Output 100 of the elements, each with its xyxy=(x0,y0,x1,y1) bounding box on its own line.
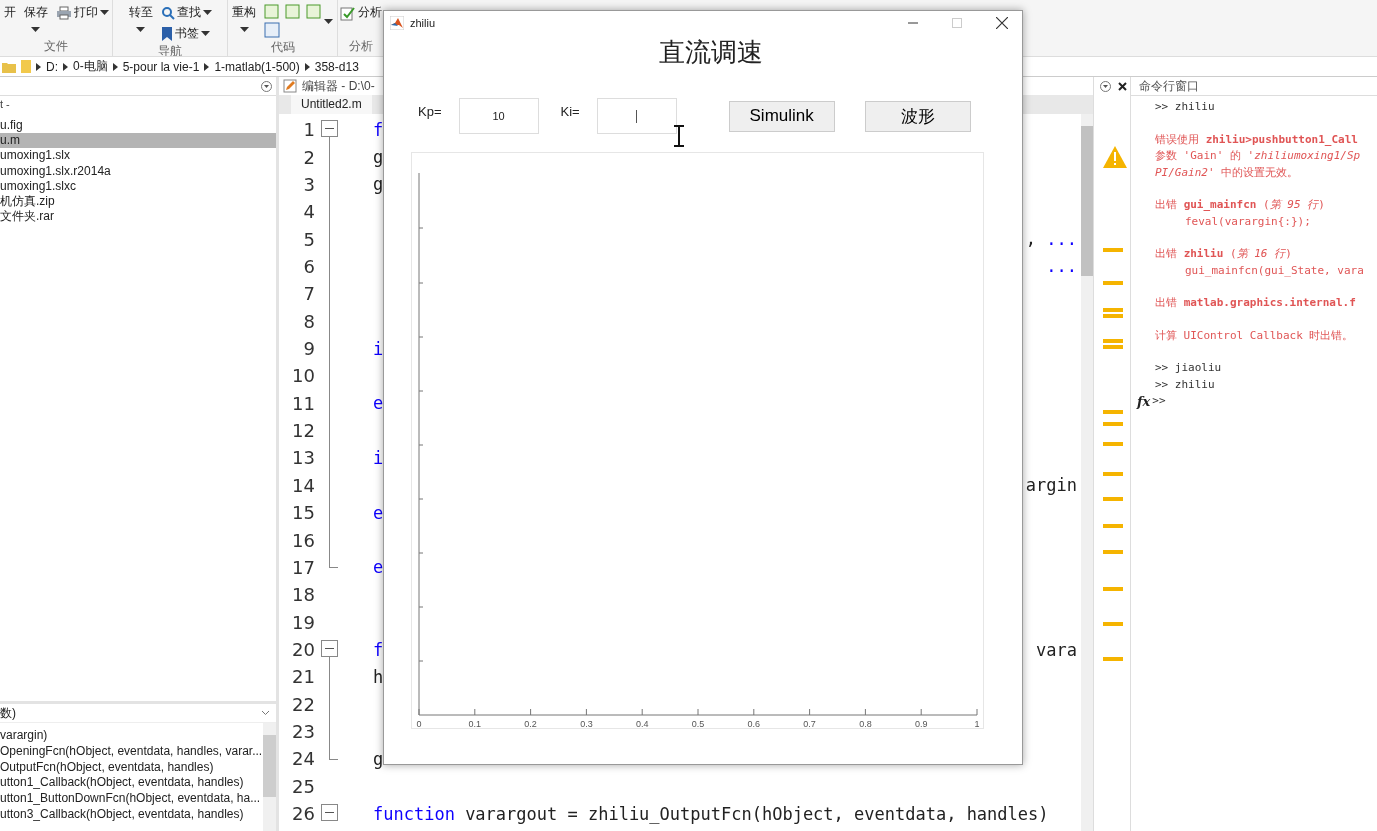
code-text: f xyxy=(373,119,384,140)
file-item[interactable]: u.m xyxy=(0,133,276,149)
scrollbar[interactable] xyxy=(1081,114,1093,831)
path-segment[interactable]: 0-电脑 xyxy=(73,58,108,75)
console-line: 错误使用 zhiliu>pushbutton1_Call xyxy=(1155,131,1359,148)
code-text: i xyxy=(373,448,384,468)
figure-button[interactable]: Simulink xyxy=(728,100,835,132)
line-number: 26 xyxy=(291,803,315,825)
panel-title: 命令行窗口 xyxy=(1131,77,1377,96)
code-text: i xyxy=(373,338,384,359)
figure-heading: 直流调速 xyxy=(658,36,763,69)
ribbon-button[interactable]: 重构 xyxy=(230,3,258,33)
input-field[interactable] xyxy=(596,98,677,134)
console-line: 出错 zhiliu (第 16 行) xyxy=(1155,246,1293,262)
ribbon-button[interactable]: 分析 xyxy=(338,3,383,22)
ribbon-button[interactable]: 书签 xyxy=(158,24,214,43)
line-number: 8 xyxy=(302,310,315,332)
console-line: 计算 UIControl Callback 时出错。 xyxy=(1155,327,1355,344)
function-item[interactable]: utton3_Callback(hObject, eventdata, handles) xyxy=(0,807,263,823)
code-text: vara xyxy=(1036,639,1077,660)
function-browser-button[interactable]: fx xyxy=(1137,393,1151,409)
path-segment[interactable]: 358-d13 xyxy=(314,59,359,74)
separator-arrow-icon xyxy=(36,62,41,71)
line-number: 22 xyxy=(291,693,315,715)
tick-label: 0.1 xyxy=(468,719,482,728)
file-item[interactable]: umoxing1.slxc xyxy=(0,178,276,194)
group-label: 文件 xyxy=(44,38,68,55)
line-number: 15 xyxy=(291,502,315,524)
text-cursor-icon xyxy=(673,125,685,147)
console-line: 参数 'Gain' 的 'zhiliumoxing1/Sp xyxy=(1155,148,1362,164)
ribbon-button[interactable]: 保存 xyxy=(21,3,50,33)
line-number: 20 xyxy=(291,639,315,660)
folder-icon xyxy=(21,60,31,73)
line-number: 25 xyxy=(291,775,315,797)
path-segment[interactable]: 5-pour la vie-1 xyxy=(122,59,200,74)
printer-icon xyxy=(55,5,72,20)
file-item[interactable]: 文件夹.rar xyxy=(0,209,276,225)
path-segment[interactable]: 1-matlab(1-500) xyxy=(214,59,300,74)
code-text: f xyxy=(373,639,384,660)
file-item[interactable]: u.fig xyxy=(0,118,276,134)
panel-menu-icon[interactable] xyxy=(1100,80,1111,92)
bookmark-icon xyxy=(160,25,173,42)
function-item[interactable]: utton1_Callback(hObject, eventdata, handles) xyxy=(0,775,263,792)
code-text: function varargout = zhiliu_OutputFcn(hObject, eventdata, handles) xyxy=(373,803,1049,824)
file-item[interactable]: umoxing1.slx xyxy=(0,148,276,164)
path-segment[interactable]: D: xyxy=(46,59,58,74)
line-number: 4 xyxy=(302,201,315,223)
tick-label: 0.5 xyxy=(691,719,705,728)
group-label: 分析 xyxy=(348,38,373,55)
close-icon[interactable] xyxy=(996,17,1008,29)
line-number: 24 xyxy=(291,748,315,770)
line-number: 12 xyxy=(291,420,315,442)
line-number: 1 xyxy=(302,119,315,141)
figure-button[interactable]: 波形 xyxy=(864,100,971,132)
file-item[interactable]: umoxing1.slx.r2014a xyxy=(0,163,276,179)
ribbon-button[interactable]: 转至 xyxy=(126,3,155,33)
function-item[interactable]: OpeningFcn(hObject, eventdata, handles, varar... xyxy=(0,743,263,760)
function-item[interactable]: varargin) xyxy=(0,728,263,744)
code-text: g xyxy=(373,174,384,195)
ribbon-button[interactable]: 查找 xyxy=(158,3,214,22)
column-header: t - xyxy=(0,97,11,112)
matlab-logo-icon xyxy=(390,16,404,30)
scrollbar[interactable] xyxy=(263,723,276,831)
console-line: feval(varargin{:}); xyxy=(1184,213,1312,230)
function-item[interactable]: OutputFcn(hObject, eventdata, handles) xyxy=(0,759,263,776)
ribbon-button[interactable]: 开 xyxy=(1,3,18,22)
close-icon[interactable] xyxy=(1118,81,1127,91)
console-line: PI/Gain2' 中的设置无效。 xyxy=(1155,164,1300,181)
line-number: 6 xyxy=(302,255,315,277)
functions-header: 数) xyxy=(0,704,16,722)
line-number: 10 xyxy=(291,365,315,387)
code-text: g xyxy=(373,147,384,168)
panel-menu-icon[interactable] xyxy=(261,80,272,92)
ribbon-button[interactable] xyxy=(262,3,335,39)
window-title: zhiliu xyxy=(410,17,436,29)
console-line: >> jiaoliu xyxy=(1155,360,1223,376)
line-number: 2 xyxy=(302,146,315,168)
ribbon-button[interactable]: 打印 xyxy=(53,3,111,22)
line-number: 23 xyxy=(291,721,315,743)
editor-title: 编辑器 - D:\0- xyxy=(302,77,375,95)
code-text: argin xyxy=(1025,475,1077,496)
console-line: 出错 gui_mainfcn (第 95 行) xyxy=(1155,197,1326,213)
search-icon xyxy=(160,5,175,20)
function-item[interactable]: utton1_ButtonDownFcn(hObject, eventdata, ha... xyxy=(0,791,263,807)
tick-label: 0.6 xyxy=(747,719,761,728)
collapse-icon[interactable] xyxy=(261,710,270,716)
analyze-icon xyxy=(339,4,356,21)
separator-arrow-icon xyxy=(304,62,310,71)
input-field[interactable]: 10 xyxy=(458,98,539,134)
line-number: 3 xyxy=(302,173,315,195)
line-number: 9 xyxy=(302,338,315,360)
field-label: Ki= xyxy=(560,104,580,119)
console-line: gui_mainfcn(gui_State, vara xyxy=(1184,262,1365,279)
file-tab[interactable]: Untitled2.m xyxy=(291,95,372,114)
console-prompt[interactable]: >> xyxy=(1152,393,1166,410)
code-text: e xyxy=(373,557,384,578)
pencil-icon xyxy=(283,79,297,93)
line-number: 5 xyxy=(302,228,315,250)
line-number: 17 xyxy=(291,556,315,578)
file-item[interactable]: 机仿真.zip xyxy=(0,193,276,210)
